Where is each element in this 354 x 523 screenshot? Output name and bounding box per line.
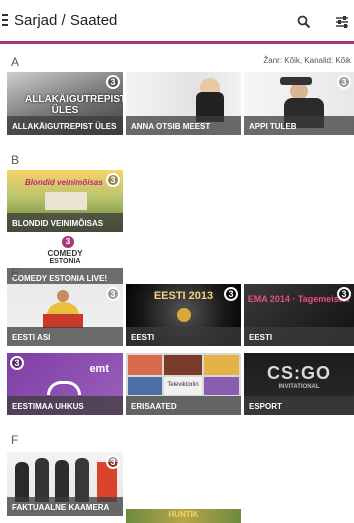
show-title: EESTI <box>126 327 241 346</box>
show-tile[interactable]: Televiktoriin ERISAATED <box>126 353 241 415</box>
show-title: ANNA OTSIB MEEST <box>126 116 241 135</box>
channel-3-icon: 3 <box>106 173 120 187</box>
show-logo: COMEDY <box>47 249 83 258</box>
channel-3-icon: 3 <box>337 287 351 301</box>
show-tile[interactable]: CS:GO INVITATIONAL ESPORT <box>244 353 354 415</box>
channel-3-icon: 3 <box>106 287 120 301</box>
show-title: ALLAKÄIGUTREPIST ÜLES <box>7 116 123 135</box>
show-tile[interactable]: 3 COMEDY ESTONIA COMEDY ESTONIA LIVE! <box>7 232 123 287</box>
show-title: EESTIMAA UHKUS <box>7 396 123 415</box>
menu-icon[interactable] <box>2 14 10 28</box>
search-icon[interactable] <box>297 15 311 29</box>
show-overlay-title: HUNTIK <box>168 510 199 519</box>
show-tile[interactable]: ALLAKÄIGUTREPIST ÜLES 3 ALLAKÄIGUTREPIST… <box>7 72 123 135</box>
emt-logo: emt <box>89 363 109 375</box>
show-tile[interactable]: emt 3 EESTIMAA UHKUS <box>7 353 123 415</box>
section-letter-a: A <box>11 55 20 69</box>
show-tile[interactable]: 3 APPI TULEB <box>244 72 354 135</box>
show-overlay-title: Televiktoriin <box>164 377 202 395</box>
channel-3-icon: 3 <box>62 236 74 248</box>
show-tile[interactable]: ANNA OTSIB MEEST <box>126 72 241 135</box>
show-title: ERISAATED <box>126 396 241 415</box>
filter-summary[interactable]: Žanr: Kõik, Kanalid: Kõik <box>263 56 351 65</box>
show-logo-sub: ESTONIA <box>49 258 81 265</box>
show-title: BLONDID VEINIMÕISAS <box>7 213 123 232</box>
section-letter-b: B <box>11 153 20 167</box>
show-title: APPI TULEB <box>244 116 354 135</box>
show-title: EESTI <box>244 327 354 346</box>
section-letter-e: E <box>11 266 20 280</box>
show-tile[interactable]: Blondid veinimõisas 3 BLONDID VEINIMÕISA… <box>7 170 123 232</box>
filter-sliders-icon[interactable] <box>334 14 350 30</box>
section-letter-f: F <box>11 433 19 447</box>
channel-3-icon: 3 <box>224 287 238 301</box>
channel-3-icon: 3 <box>106 455 120 469</box>
show-tile[interactable]: 3 FAKTUAALNE KAAMERA <box>7 452 123 516</box>
show-title: ESPORT <box>244 396 354 415</box>
channel-3-icon: 3 <box>10 356 24 370</box>
show-tile[interactable]: HUNTIK <box>126 509 241 523</box>
channel-3-icon: 3 <box>106 75 120 89</box>
channel-3-icon: 3 <box>337 75 351 89</box>
show-overlay-subtitle: INVITATIONAL <box>278 384 320 390</box>
accent-line <box>0 41 354 44</box>
show-title: EESTI ASI <box>7 327 123 346</box>
show-tile[interactable]: 3 EESTI ASI <box>7 284 123 346</box>
top-bar: Sarjad / Saated <box>0 0 354 44</box>
show-title: FAKTUAALNE KAAMERA <box>7 497 123 516</box>
show-overlay-title: ALLAKÄIGUTREPIST ÜLES <box>25 94 123 116</box>
show-tile[interactable]: EMA 2014 · Tagemeister 3 EESTI <box>244 284 354 346</box>
show-overlay-title: CS:GO <box>266 363 331 383</box>
show-tile[interactable]: EESTI 2013 3 EESTI <box>126 284 241 346</box>
show-logo: Blondid veinimõisas <box>25 178 103 187</box>
page-title: Sarjad / Saated <box>14 12 118 29</box>
